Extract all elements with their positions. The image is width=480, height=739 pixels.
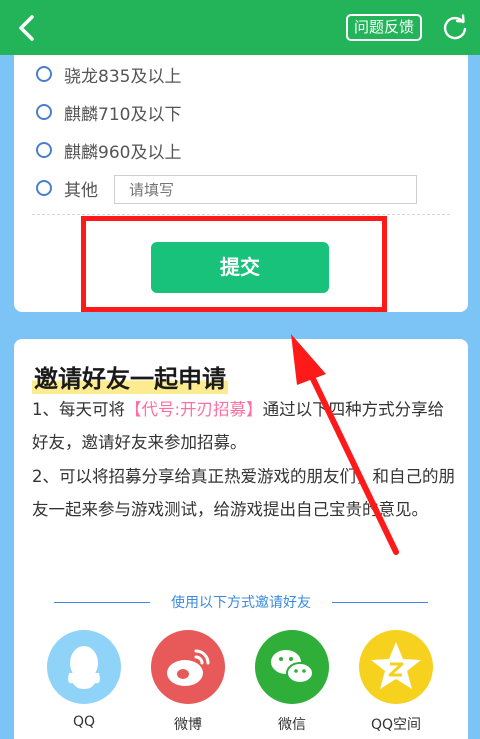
- option-kirin-960[interactable]: 麒麟960及以上: [36, 138, 182, 163]
- refresh-icon[interactable]: [440, 13, 470, 43]
- qq-icon[interactable]: [46, 629, 122, 705]
- share-weibo[interactable]: 微博: [150, 629, 226, 734]
- invite-card: 邀请好友一起申请 1、每天可将【代号:开刃招募】通过以下四种方式分享给好友，邀请…: [14, 339, 468, 739]
- radio-button[interactable]: [36, 142, 52, 158]
- invite-paragraph-2: 2、可以将招募分享给真正热爱游戏的朋友们，和自己的朋友一起来参与游戏测试，给游戏…: [32, 467, 455, 519]
- option-other[interactable]: 其他: [36, 176, 98, 201]
- share-wechat[interactable]: 微信: [254, 629, 330, 734]
- option-kirin-710[interactable]: 麒麟710及以下: [36, 100, 182, 125]
- radio-button[interactable]: [36, 180, 52, 196]
- share-title: 使用以下方式邀请好友: [171, 595, 311, 611]
- share-label: 微博: [174, 717, 202, 733]
- option-label: 麒麟960及以上: [64, 142, 182, 163]
- invite-title: 邀请好友一起申请: [32, 359, 228, 394]
- radio-button[interactable]: [36, 66, 52, 82]
- paragraph-text: 1、每天可将: [32, 400, 125, 419]
- weibo-icon[interactable]: [150, 629, 226, 705]
- code-name-highlight: 【代号:开刃招募】: [125, 400, 263, 419]
- back-arrow-icon[interactable]: [8, 8, 48, 48]
- option-label: 骁龙835及以上: [64, 66, 182, 87]
- share-label: QQ空间: [370, 717, 422, 733]
- qzone-icon[interactable]: [358, 629, 434, 705]
- option-label: 其他: [64, 180, 98, 201]
- share-label: QQ: [72, 714, 96, 730]
- invite-paragraph-1: 1、每天可将【代号:开刃招募】通过以下四种方式分享给好友，邀请好友来参加招募。: [32, 393, 457, 459]
- other-input[interactable]: [114, 175, 417, 204]
- option-label: 麒麟710及以下: [64, 104, 182, 125]
- share-qzone[interactable]: QQ空间: [358, 629, 434, 734]
- wechat-icon[interactable]: [254, 629, 330, 705]
- divider: [32, 214, 450, 215]
- option-snapdragon-835[interactable]: 骁龙835及以上: [36, 62, 182, 87]
- submit-button[interactable]: 提交: [151, 242, 329, 293]
- top-bar: 问题反馈: [0, 0, 480, 55]
- feedback-button[interactable]: 问题反馈: [346, 14, 422, 41]
- share-qq[interactable]: QQ: [46, 629, 122, 730]
- share-label: 微信: [278, 717, 306, 733]
- radio-button[interactable]: [36, 104, 52, 120]
